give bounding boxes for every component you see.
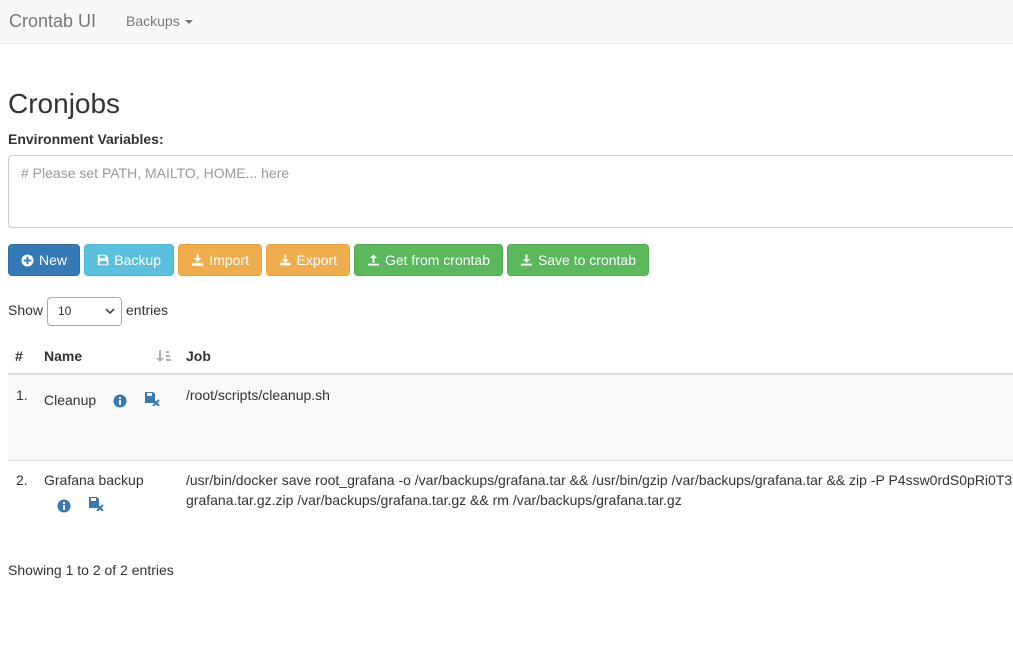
save-to-crontab-button[interactable]: Save to crontab [507, 244, 649, 276]
import-button[interactable]: Import [178, 244, 262, 276]
entries-per-page-value: 10 [58, 304, 72, 318]
save-to-crontab-label: Save to crontab [537, 252, 636, 268]
info-circle-icon[interactable] [113, 394, 127, 408]
brand-link[interactable]: Crontab UI [9, 11, 96, 32]
navbar: Crontab UI Backups [0, 0, 1013, 44]
floppy-remove-icon[interactable] [144, 391, 160, 406]
floppy-icon [97, 254, 109, 266]
env-label: Environment Variables: [8, 131, 164, 147]
column-header-name[interactable]: Name [44, 348, 82, 364]
import-button-label: Import [209, 252, 249, 268]
row-job: /root/scripts/cleanup.sh [186, 387, 330, 403]
download-icon [279, 254, 291, 266]
backup-button-label: Backup [114, 252, 161, 268]
row-name: Cleanup [44, 392, 97, 408]
get-from-crontab-label: Get from crontab [384, 252, 490, 268]
upload-icon [367, 254, 380, 266]
row-job: /usr/bin/docker save root_grafana -o /va… [186, 472, 1013, 508]
table-info: Showing 1 to 2 of 2 entries [8, 562, 174, 578]
download-icon [520, 254, 533, 266]
new-button[interactable]: New [8, 244, 80, 276]
column-header-job[interactable]: Job [186, 348, 211, 364]
caret-down-icon [184, 20, 193, 25]
new-button-label: New [38, 252, 67, 268]
plus-circle-icon [21, 253, 34, 267]
page-title: Cronjobs [8, 88, 121, 119]
sort-icon[interactable] [156, 349, 172, 363]
get-from-crontab-button[interactable]: Get from crontab [354, 244, 503, 276]
show-label: Show [8, 302, 44, 318]
entries-label: entries [126, 302, 169, 318]
import-icon [191, 254, 204, 266]
env-input[interactable] [8, 155, 1013, 228]
export-button[interactable]: Export [266, 244, 350, 276]
backups-dropdown[interactable]: Backups [126, 13, 193, 29]
row-index: 1. [16, 387, 28, 403]
entries-per-page-select[interactable]: 10 [47, 297, 122, 326]
info-circle-icon[interactable] [57, 499, 71, 513]
floppy-remove-icon[interactable] [88, 496, 104, 511]
chevron-down-icon [105, 308, 115, 315]
backups-dropdown-label: Backups [126, 13, 180, 29]
backup-button[interactable]: Backup [84, 244, 174, 276]
column-header-index[interactable]: # [15, 348, 23, 364]
row-index: 2. [16, 472, 28, 488]
row-name: Grafana backup [44, 472, 144, 488]
export-button-label: Export [296, 252, 337, 268]
